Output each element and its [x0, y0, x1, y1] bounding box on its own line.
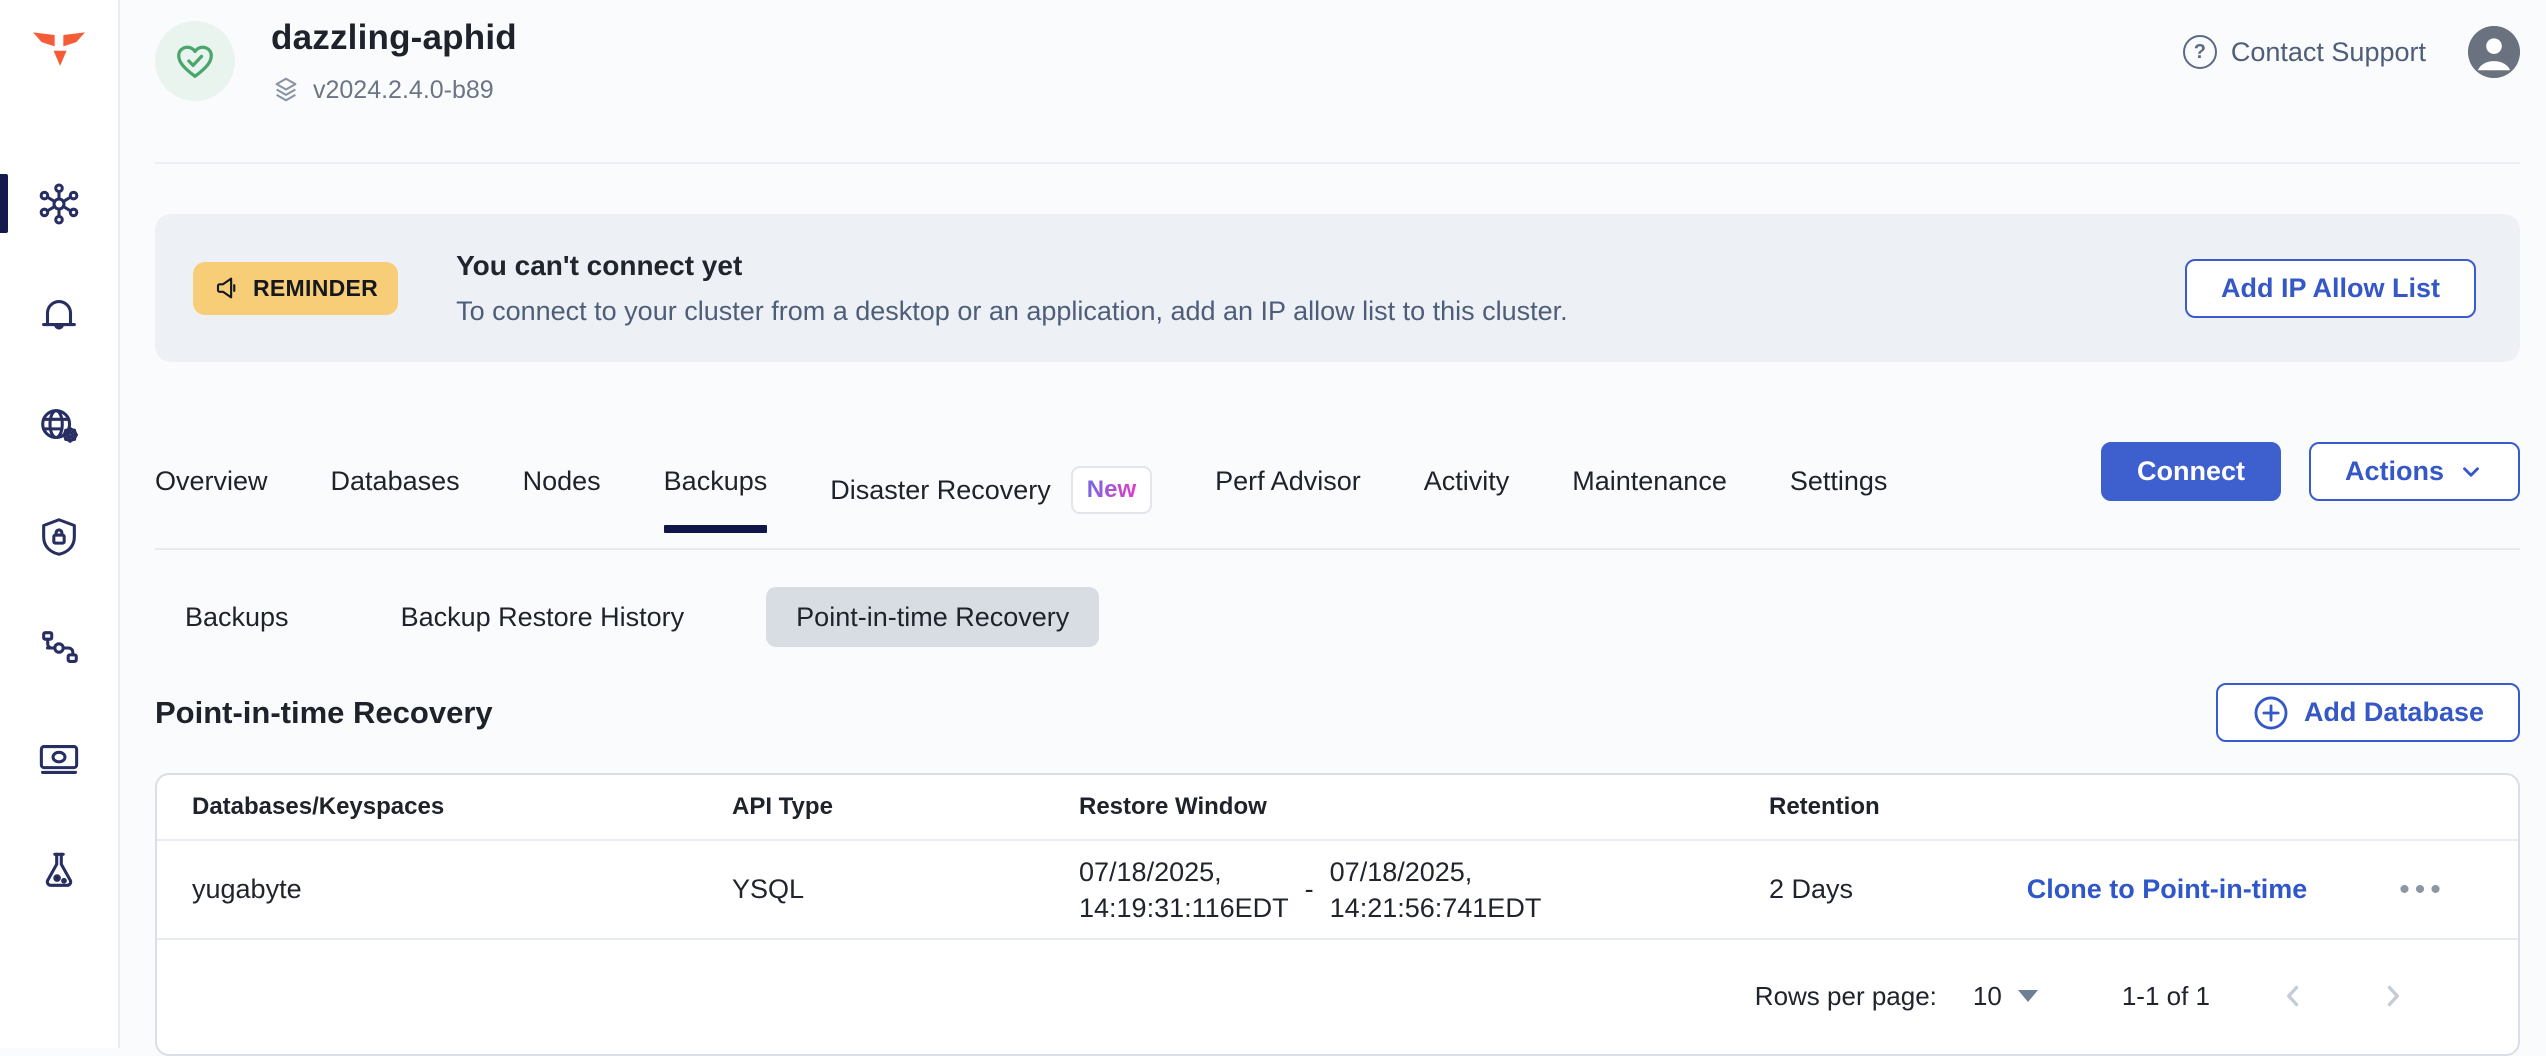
sidebar-item-labs[interactable]	[0, 814, 118, 925]
cluster-health-badge	[155, 21, 235, 101]
main-content: dazzling-aphid v2024.2.4.0-b89 ? Contact…	[120, 0, 2546, 1056]
subtab-backups[interactable]: Backups	[155, 587, 319, 647]
backup-subtabs: Backups Backup Restore History Point-in-…	[155, 587, 2520, 647]
subtab-backup-restore-history[interactable]: Backup Restore History	[371, 587, 715, 647]
table-header-row: Databases/Keyspaces API Type Restore Win…	[157, 775, 2518, 841]
sidebar-item-network[interactable]	[0, 370, 118, 481]
tab-backups[interactable]: Backups	[664, 466, 768, 531]
tab-perf-advisor[interactable]: Perf Advisor	[1215, 466, 1361, 531]
tab-activity[interactable]: Activity	[1424, 466, 1510, 531]
reminder-badge: REMINDER	[193, 262, 398, 315]
user-avatar[interactable]	[2468, 26, 2520, 78]
page-title: dazzling-aphid	[271, 18, 517, 58]
pagination-next-button[interactable]	[2376, 979, 2410, 1013]
cluster-tabs: Overview Databases Nodes Backups Disaste…	[155, 442, 2520, 550]
col-restore-window: Restore Window	[1079, 793, 1769, 821]
sidebar-item-security[interactable]	[0, 481, 118, 592]
yugabyte-logo-icon	[33, 31, 85, 77]
pagination-prev-button[interactable]	[2276, 979, 2310, 1013]
active-tab-indicator	[664, 525, 768, 533]
tab-overview[interactable]: Overview	[155, 466, 268, 531]
globe-gear-icon	[36, 403, 82, 449]
banner-description: To connect to your cluster from a deskto…	[456, 296, 1568, 327]
rows-per-page-select[interactable]: 10	[1973, 981, 2038, 1012]
rows-per-page-label: Rows per page:	[1755, 981, 1937, 1012]
help-icon: ?	[2183, 35, 2217, 69]
chevron-right-icon	[2376, 979, 2410, 1013]
flask-icon	[36, 847, 82, 893]
cell-restore-window: 07/18/2025, 14:19:31:116EDT - 07/18/2025…	[1079, 854, 1769, 926]
row-menu-button[interactable]: •••	[2327, 873, 2518, 907]
heart-check-icon	[172, 38, 218, 84]
add-ip-allow-list-button[interactable]: Add IP Allow List	[2185, 259, 2476, 318]
shield-lock-icon	[36, 514, 82, 560]
sidebar-item-integrations[interactable]	[0, 592, 118, 703]
banknote-icon	[36, 736, 82, 782]
pitr-table: Databases/Keyspaces API Type Restore Win…	[155, 773, 2520, 1056]
reminder-banner: REMINDER You can't connect yet To connec…	[155, 214, 2520, 362]
table-pagination: Rows per page: 10 1-1 of 1	[157, 940, 2518, 1052]
caret-down-icon	[2018, 990, 2038, 1002]
megaphone-icon	[213, 273, 243, 303]
table-row: yugabyte YSQL 07/18/2025, 14:19:31:116ED…	[157, 841, 2518, 940]
sidebar-item-usage[interactable]	[0, 703, 118, 814]
flow-diagram-icon	[36, 625, 82, 671]
chevron-down-icon	[2458, 459, 2484, 485]
tab-disaster-recovery[interactable]: Disaster Recovery New	[830, 466, 1152, 548]
tab-nodes[interactable]: Nodes	[523, 466, 601, 531]
bell-icon	[36, 292, 82, 338]
tab-settings[interactable]: Settings	[1790, 466, 1888, 531]
sidebar	[0, 0, 120, 1048]
col-databases-keyspaces: Databases/Keyspaces	[157, 793, 732, 821]
plus-circle-icon	[2252, 694, 2290, 732]
col-retention: Retention	[1769, 793, 2007, 821]
actions-button[interactable]: Actions	[2309, 442, 2520, 501]
col-api-type: API Type	[732, 793, 1079, 821]
contact-support-label: Contact Support	[2231, 37, 2426, 68]
yugabyte-logo[interactable]	[33, 26, 85, 82]
tab-databases[interactable]: Databases	[331, 466, 460, 531]
connect-button[interactable]: Connect	[2101, 442, 2281, 501]
tab-maintenance[interactable]: Maintenance	[1572, 466, 1727, 531]
subtab-point-in-time-recovery[interactable]: Point-in-time Recovery	[766, 587, 1099, 647]
add-database-button[interactable]: Add Database	[2216, 683, 2520, 742]
sidebar-item-clusters[interactable]	[0, 148, 118, 259]
new-badge: New	[1071, 466, 1152, 514]
section-title: Point-in-time Recovery	[155, 695, 493, 731]
cell-database: yugabyte	[157, 874, 732, 905]
cluster-network-icon	[36, 181, 82, 227]
person-icon	[2468, 26, 2520, 78]
reminder-badge-label: REMINDER	[253, 275, 378, 302]
chevron-left-icon	[2276, 979, 2310, 1013]
cluster-header: dazzling-aphid v2024.2.4.0-b89 ? Contact…	[155, 0, 2520, 164]
sidebar-item-alerts[interactable]	[0, 259, 118, 370]
layers-icon	[271, 75, 301, 105]
clone-to-point-in-time-link[interactable]: Clone to Point-in-time	[2027, 874, 2307, 904]
cell-api-type: YSQL	[732, 874, 1079, 905]
contact-support-link[interactable]: ? Contact Support	[2183, 35, 2426, 69]
banner-title: You can't connect yet	[456, 250, 1568, 282]
pagination-range: 1-1 of 1	[2122, 981, 2210, 1012]
cell-retention: 2 Days	[1769, 874, 2007, 905]
version-label: v2024.2.4.0-b89	[313, 76, 494, 105]
